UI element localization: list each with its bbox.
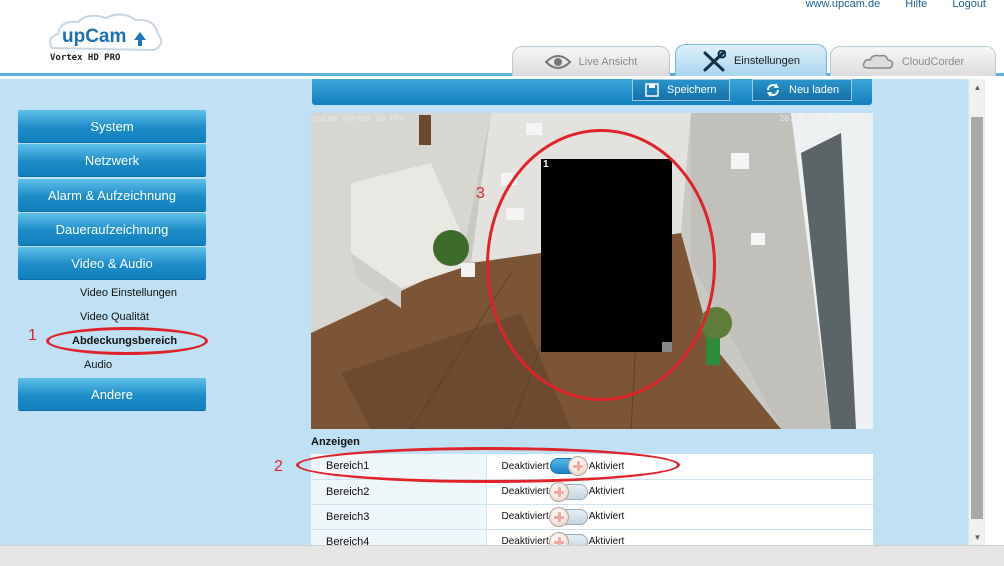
tools-icon — [703, 49, 726, 71]
toggle-knob-icon — [567, 456, 588, 477]
tab-label: CloudCorder — [901, 55, 965, 68]
scroll-down-icon[interactable]: ▼ — [969, 529, 986, 545]
reload-button[interactable]: Neu laden — [752, 79, 853, 101]
toggle-cell: Deaktiviert Aktiviert — [487, 530, 874, 545]
sidebar-item-alarm[interactable]: Alarm & Aufzeichnung — [18, 179, 206, 211]
top-links: www.upcam.de Hilfe Logout — [784, 0, 986, 10]
section-label: Anzeigen — [311, 436, 360, 448]
cloud-icon — [862, 54, 894, 69]
sidebar-item-label: Alarm & Aufzeichnung — [48, 187, 176, 203]
area-name: Bereich2 — [311, 479, 487, 505]
on-label: Aktiviert — [588, 486, 625, 497]
area-name: Bereich1 — [311, 454, 487, 480]
sidebar-item-label: Video & Audio — [71, 255, 153, 271]
sidebar-item-system[interactable]: System — [18, 110, 206, 142]
area-table: Bereich1 Deaktiviert Aktiviert Bereich2 … — [311, 454, 873, 545]
sidebar-subitem-video-qualitaet[interactable]: Video Qualität — [80, 311, 149, 323]
on-label: Aktiviert — [588, 536, 625, 545]
toolbar: Speichern Neu laden — [312, 79, 872, 105]
website-link[interactable]: www.upcam.de — [806, 0, 881, 10]
table-row: Bereich4 Deaktiviert Aktiviert — [311, 529, 873, 545]
osd-timestamp: 2018-08-18 12:11:49 — [779, 114, 871, 123]
toggle-knob-icon — [548, 531, 569, 545]
bottom-bar — [0, 545, 1004, 566]
sidebar-item-netzwerk[interactable]: Netzwerk — [18, 144, 206, 176]
eye-icon — [544, 54, 571, 69]
tab-label: Einstellungen — [733, 54, 801, 67]
floppy-disk-icon — [645, 83, 659, 97]
toggle-knob-icon — [548, 481, 569, 502]
sidebar-item-label: Daueraufzeichnung — [55, 221, 169, 237]
save-button-label: Speichern — [667, 84, 717, 96]
sidebar-subitem-video-einstellungen[interactable]: Video Einstellungen — [80, 287, 177, 299]
off-label: Deaktiviert — [501, 486, 549, 497]
tab-cloudcorder[interactable]: CloudCorder — [830, 46, 996, 76]
reload-button-label: Neu laden — [789, 84, 840, 96]
vertical-scrollbar[interactable]: ▲ ▼ — [968, 79, 985, 545]
tab-live-ansicht[interactable]: Live Ansicht — [512, 46, 670, 76]
privacy-mask-area[interactable]: 1 — [541, 159, 672, 352]
sidebar-item-label: System — [90, 118, 134, 134]
window-edge — [985, 79, 1004, 545]
tab-einstellungen[interactable]: Einstellungen — [675, 44, 827, 76]
sidebar-item-label: Andere — [91, 386, 133, 402]
resize-handle[interactable] — [662, 342, 672, 352]
sidebar-subitem-abdeckungsbereich[interactable]: Abdeckungsbereich — [72, 335, 177, 347]
off-label: Deaktiviert — [501, 536, 549, 545]
on-label: Aktiviert — [588, 511, 625, 522]
logout-link[interactable]: Logout — [952, 0, 986, 10]
table-row: Bereich1 Deaktiviert Aktiviert — [311, 454, 874, 480]
area2-toggle[interactable] — [548, 481, 588, 502]
area3-toggle[interactable] — [548, 506, 588, 527]
toggle-cell: Deaktiviert Aktiviert — [487, 505, 874, 529]
help-link[interactable]: Hilfe — [905, 0, 927, 10]
on-label: Aktiviert — [588, 460, 625, 472]
annotation-number: 2 — [274, 458, 283, 475]
main-panel: Speichern Neu laden upCam Vortex HD PRO … — [216, 79, 968, 545]
area1-toggle[interactable] — [549, 456, 588, 477]
tab-label: Live Ansicht — [578, 55, 638, 68]
table-row: Bereich2 Deaktiviert Aktiviert — [311, 479, 874, 505]
annotation-number: 1 — [28, 327, 37, 344]
refresh-icon — [767, 83, 779, 97]
sidebar-item-label: Netzwerk — [84, 152, 140, 168]
area-name: Bereich4 — [311, 529, 487, 545]
sidebar-item-daueraufzeichnung[interactable]: Daueraufzeichnung — [18, 213, 206, 245]
upcam-logo: upCam Vortex HD PRO — [49, 13, 163, 63]
toggle-knob-icon — [548, 506, 569, 527]
area-name: Bereich3 — [311, 504, 487, 530]
annotation-number: 3 — [476, 185, 485, 202]
table-row: Bereich3 Deaktiviert Aktiviert — [311, 504, 874, 530]
osd-camera-name: upCam Vortex HD PRO — [313, 114, 405, 123]
toggle-cell: Deaktiviert Aktiviert — [487, 480, 874, 504]
save-button[interactable]: Speichern — [632, 79, 730, 101]
sidebar-item-video-audio[interactable]: Video & Audio — [18, 247, 206, 279]
sidebar-item-andere[interactable]: Andere — [18, 378, 206, 410]
logo-brand: upCam — [62, 26, 126, 47]
scroll-thumb[interactable] — [971, 117, 983, 519]
sidebar: System Netzwerk Alarm & Aufzeichnung Dau… — [0, 79, 216, 545]
toggle-cell: Deaktiviert Aktiviert — [487, 454, 874, 478]
mask-number: 1 — [543, 159, 549, 170]
scroll-up-icon[interactable]: ▲ — [969, 79, 986, 95]
sidebar-subitem-audio[interactable]: Audio — [84, 359, 112, 371]
logo-model: Vortex HD PRO — [50, 53, 121, 63]
area4-toggle[interactable] — [548, 531, 588, 545]
camera-preview[interactable]: upCam Vortex HD PRO 2018-08-18 12:11:49 … — [311, 113, 873, 429]
header: upCam Vortex HD PRO www.upcam.de Hilfe L… — [0, 0, 1004, 76]
off-label: Deaktiviert — [501, 460, 549, 472]
off-label: Deaktiviert — [501, 511, 549, 522]
